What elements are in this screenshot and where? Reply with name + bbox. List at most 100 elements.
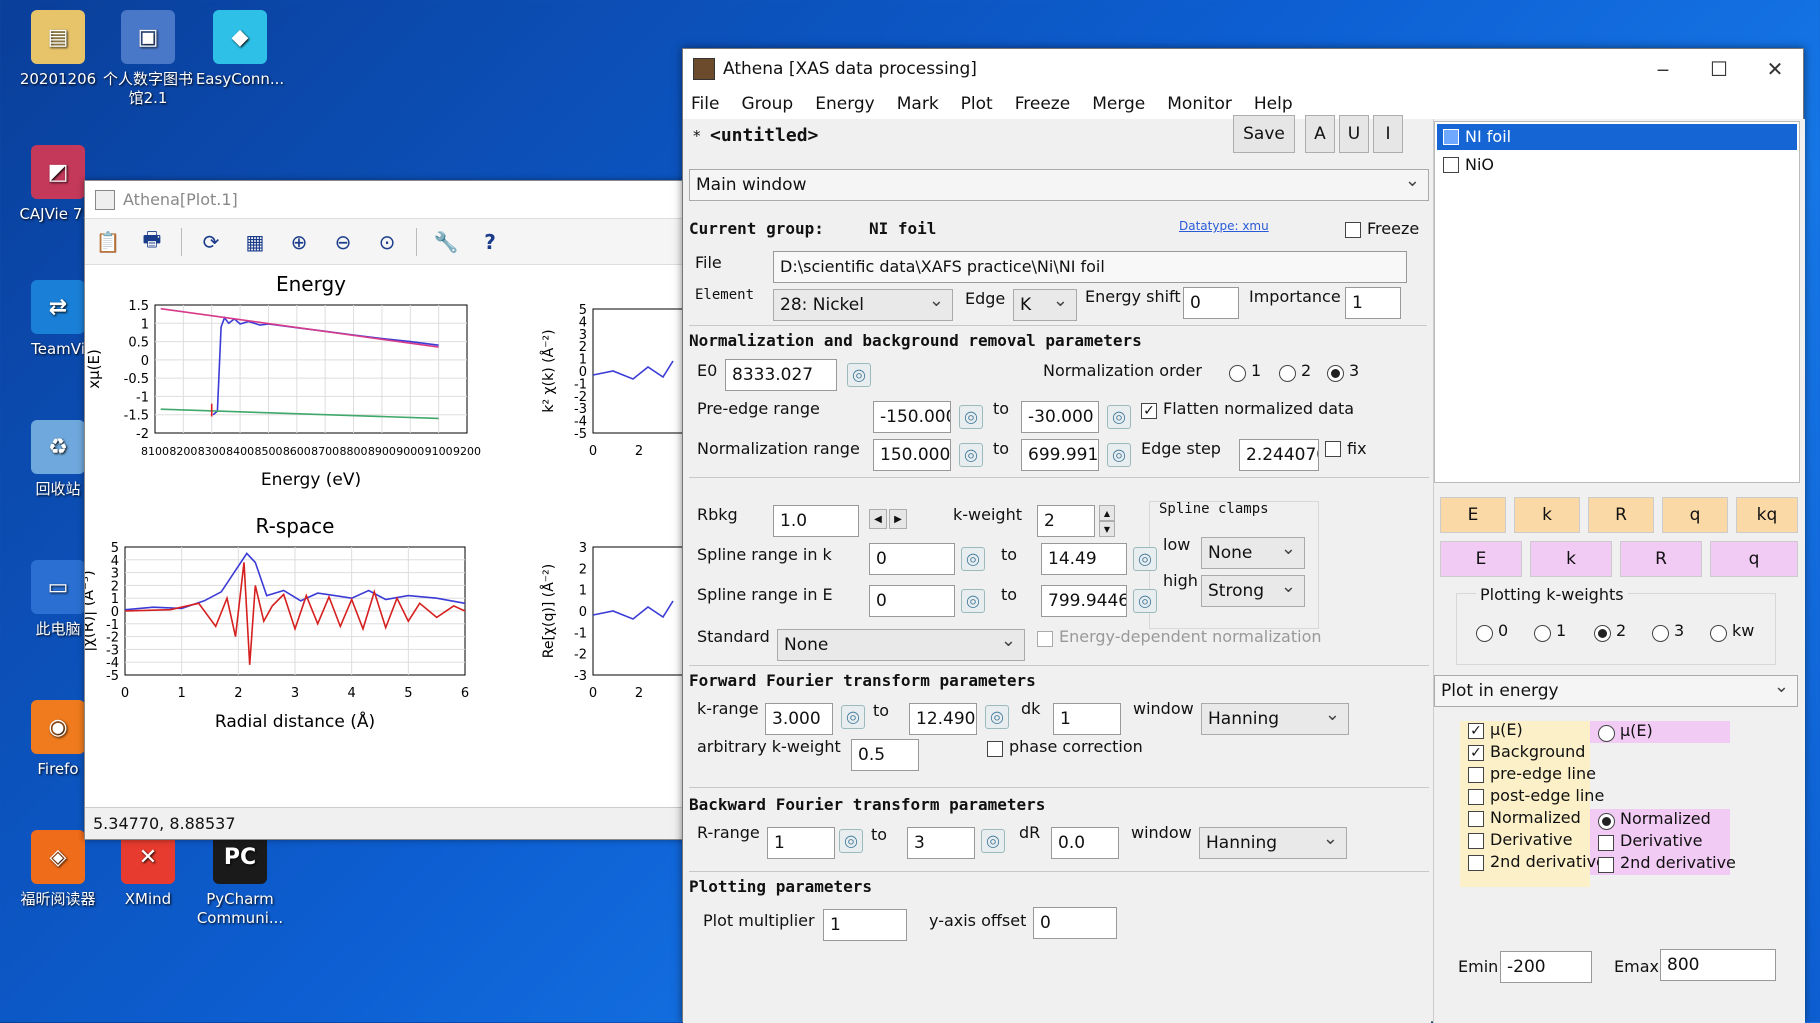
edge-select[interactable]: K: [1013, 286, 1077, 321]
file-path-field[interactable]: D:\scientific data\XAFS practice\Ni\NI f…: [773, 251, 1407, 283]
phase-correction-checkbox[interactable]: [987, 741, 1003, 757]
spline-e-from-input[interactable]: 0: [869, 585, 955, 617]
pre-edge-to-input[interactable]: -30.000: [1021, 401, 1099, 433]
pre-edge-from-input[interactable]: -150.000: [873, 401, 951, 433]
single-check-6[interactable]: [1468, 855, 1484, 871]
menu-mark[interactable]: Mark: [897, 94, 939, 114]
edge-step-input[interactable]: 2.244070: [1239, 439, 1319, 471]
save-button[interactable]: Save: [1233, 115, 1295, 153]
a-button[interactable]: A: [1305, 115, 1335, 153]
emin-input[interactable]: -200: [1500, 951, 1592, 983]
kweight-input[interactable]: 2: [1037, 505, 1095, 537]
rbkg-input[interactable]: 1.0: [773, 505, 859, 537]
norm-order-3-radio[interactable]: [1327, 365, 1344, 382]
datatype-link[interactable]: Datatype: xmu: [1179, 219, 1269, 233]
desktop-icon[interactable]: ▤ 20201206: [8, 10, 108, 89]
plot-in-select[interactable]: Plot in energy: [1434, 672, 1798, 707]
k-range-from-input[interactable]: 3.000: [765, 703, 833, 735]
plot-r-button[interactable]: R: [1588, 497, 1654, 533]
i-button[interactable]: I: [1373, 115, 1403, 153]
spline-e-to-input[interactable]: 799.9446: [1041, 585, 1127, 617]
menu-monitor[interactable]: Monitor: [1167, 94, 1232, 114]
kweight-up-button[interactable]: ▲: [1099, 505, 1115, 521]
zoom-in-icon[interactable]: ⊕: [284, 227, 314, 257]
norm-order-1-radio[interactable]: [1229, 365, 1246, 382]
y-offset-input[interactable]: 0: [1033, 907, 1117, 939]
kweight-0-radio[interactable]: [1476, 625, 1493, 642]
r-range-from-pick-icon[interactable]: ◎: [839, 829, 863, 853]
chart-2[interactable]: 543210-1-2-3-4-50 2k² χ(k) (Å⁻²): [540, 303, 687, 459]
group-ni-foil-checkbox[interactable]: [1443, 129, 1459, 145]
plot-marked-e-button[interactable]: E: [1440, 541, 1522, 577]
minimize-button[interactable]: ‒: [1635, 49, 1691, 89]
plot-marked-r-button[interactable]: R: [1620, 541, 1702, 577]
kweight-2-radio[interactable]: [1594, 625, 1611, 642]
r-range-to-pick-icon[interactable]: ◎: [981, 829, 1005, 853]
menu-energy[interactable]: Energy: [815, 94, 875, 114]
energy-dependent-checkbox[interactable]: [1037, 631, 1053, 647]
desktop-icon[interactable]: ▣ 个人数字图书馆2.1: [98, 10, 198, 108]
k-range-from-pick-icon[interactable]: ◎: [841, 705, 865, 729]
clipboard-icon[interactable]: 📋: [93, 227, 123, 257]
single-check-2[interactable]: [1468, 767, 1484, 783]
emax-input[interactable]: 800: [1660, 949, 1776, 981]
spline-k-to-input[interactable]: 14.49: [1041, 543, 1127, 575]
group-list[interactable]: NI foil NiO: [1434, 121, 1800, 483]
single-check-5[interactable]: [1468, 833, 1484, 849]
forward-window-select[interactable]: Hanning: [1201, 700, 1349, 735]
kweight-kw-radio[interactable]: [1710, 625, 1727, 642]
e0-input[interactable]: 8333.027: [725, 359, 837, 391]
menu-help[interactable]: Help: [1254, 94, 1293, 114]
single-check-4[interactable]: [1468, 811, 1484, 827]
norm-range-from-pick-icon[interactable]: ◎: [959, 443, 983, 467]
high-clamp-select[interactable]: Strong: [1201, 572, 1305, 607]
r-range-from-input[interactable]: 1: [767, 827, 835, 859]
group-item-nio[interactable]: NiO: [1437, 152, 1797, 178]
spline-k-from-input[interactable]: 0: [869, 543, 955, 575]
desktop-icon[interactable]: ◈ 福昕阅读器: [8, 830, 108, 909]
low-clamp-select[interactable]: None: [1201, 534, 1305, 569]
rbkg-increase-button[interactable]: ▶: [889, 509, 907, 529]
spline-k-to-pick-icon[interactable]: ◎: [1133, 547, 1157, 571]
chart-3[interactable]: 3210-1-2-30 2Re[χ(q)] (Å⁻²): [540, 541, 687, 701]
print-icon[interactable]: 🖶: [137, 227, 167, 257]
norm-range-to-input[interactable]: 699.991: [1021, 439, 1099, 471]
grid-icon[interactable]: ▦: [240, 227, 270, 257]
close-button[interactable]: ✕: [1747, 49, 1803, 89]
athena-main-window[interactable]: Athena [XAS data processing] ‒ ☐ ✕ File G…: [682, 48, 1805, 1023]
norm-order-2-radio[interactable]: [1279, 365, 1296, 382]
k-range-to-pick-icon[interactable]: ◎: [985, 705, 1009, 729]
marked-mu-radio[interactable]: [1598, 725, 1615, 742]
fix-checkbox[interactable]: [1325, 441, 1341, 457]
desktop-icon[interactable]: ✕ XMind: [98, 830, 198, 909]
zoom-reset-icon[interactable]: ⊙: [372, 227, 402, 257]
refresh-icon[interactable]: ⟳: [196, 227, 226, 257]
spline-e-from-pick-icon[interactable]: ◎: [961, 589, 985, 613]
menu-group[interactable]: Group: [741, 94, 793, 114]
kweight-down-button[interactable]: ▼: [1099, 521, 1115, 537]
plot-k-button[interactable]: k: [1514, 497, 1580, 533]
marked-normalized-radio[interactable]: [1598, 813, 1615, 830]
u-button[interactable]: U: [1339, 115, 1369, 153]
help-icon[interactable]: ?: [475, 227, 505, 257]
arbitrary-kweight-input[interactable]: 0.5: [851, 739, 919, 771]
kweight-3-radio[interactable]: [1652, 625, 1669, 642]
chart-1[interactable]: R-space543210-1-2-3-4-50 1 2 3 4 5 6Radial dis…: [85, 514, 469, 732]
single-check-0[interactable]: ✓: [1468, 723, 1484, 739]
e0-pick-icon[interactable]: ◎: [847, 363, 871, 387]
menu-plot[interactable]: Plot: [961, 94, 993, 114]
dk-input[interactable]: 1: [1053, 703, 1121, 735]
pre-edge-to-pick-icon[interactable]: ◎: [1107, 405, 1131, 429]
desktop-icon[interactable]: PC PyCharm Communi...: [190, 830, 290, 928]
settings-icon[interactable]: 🔧: [431, 227, 461, 257]
plot-canvas[interactable]: Energy 1.5 1 0.5 0 -0.5 -1 -1.5 -2 8100 8200 8300 84…: [85, 265, 687, 825]
marked-2nd-derivative-checkbox[interactable]: [1598, 857, 1614, 873]
k-range-to-input[interactable]: 12.490: [909, 703, 977, 735]
desktop-icon[interactable]: ◆ EasyConn...: [190, 10, 290, 89]
plot-q-button[interactable]: q: [1662, 497, 1728, 533]
menu-merge[interactable]: Merge: [1092, 94, 1145, 114]
plot-multiplier-input[interactable]: 1: [823, 909, 907, 941]
plot-e-button[interactable]: E: [1440, 497, 1506, 533]
freeze-checkbox[interactable]: [1345, 222, 1361, 238]
single-check-3[interactable]: [1468, 789, 1484, 805]
